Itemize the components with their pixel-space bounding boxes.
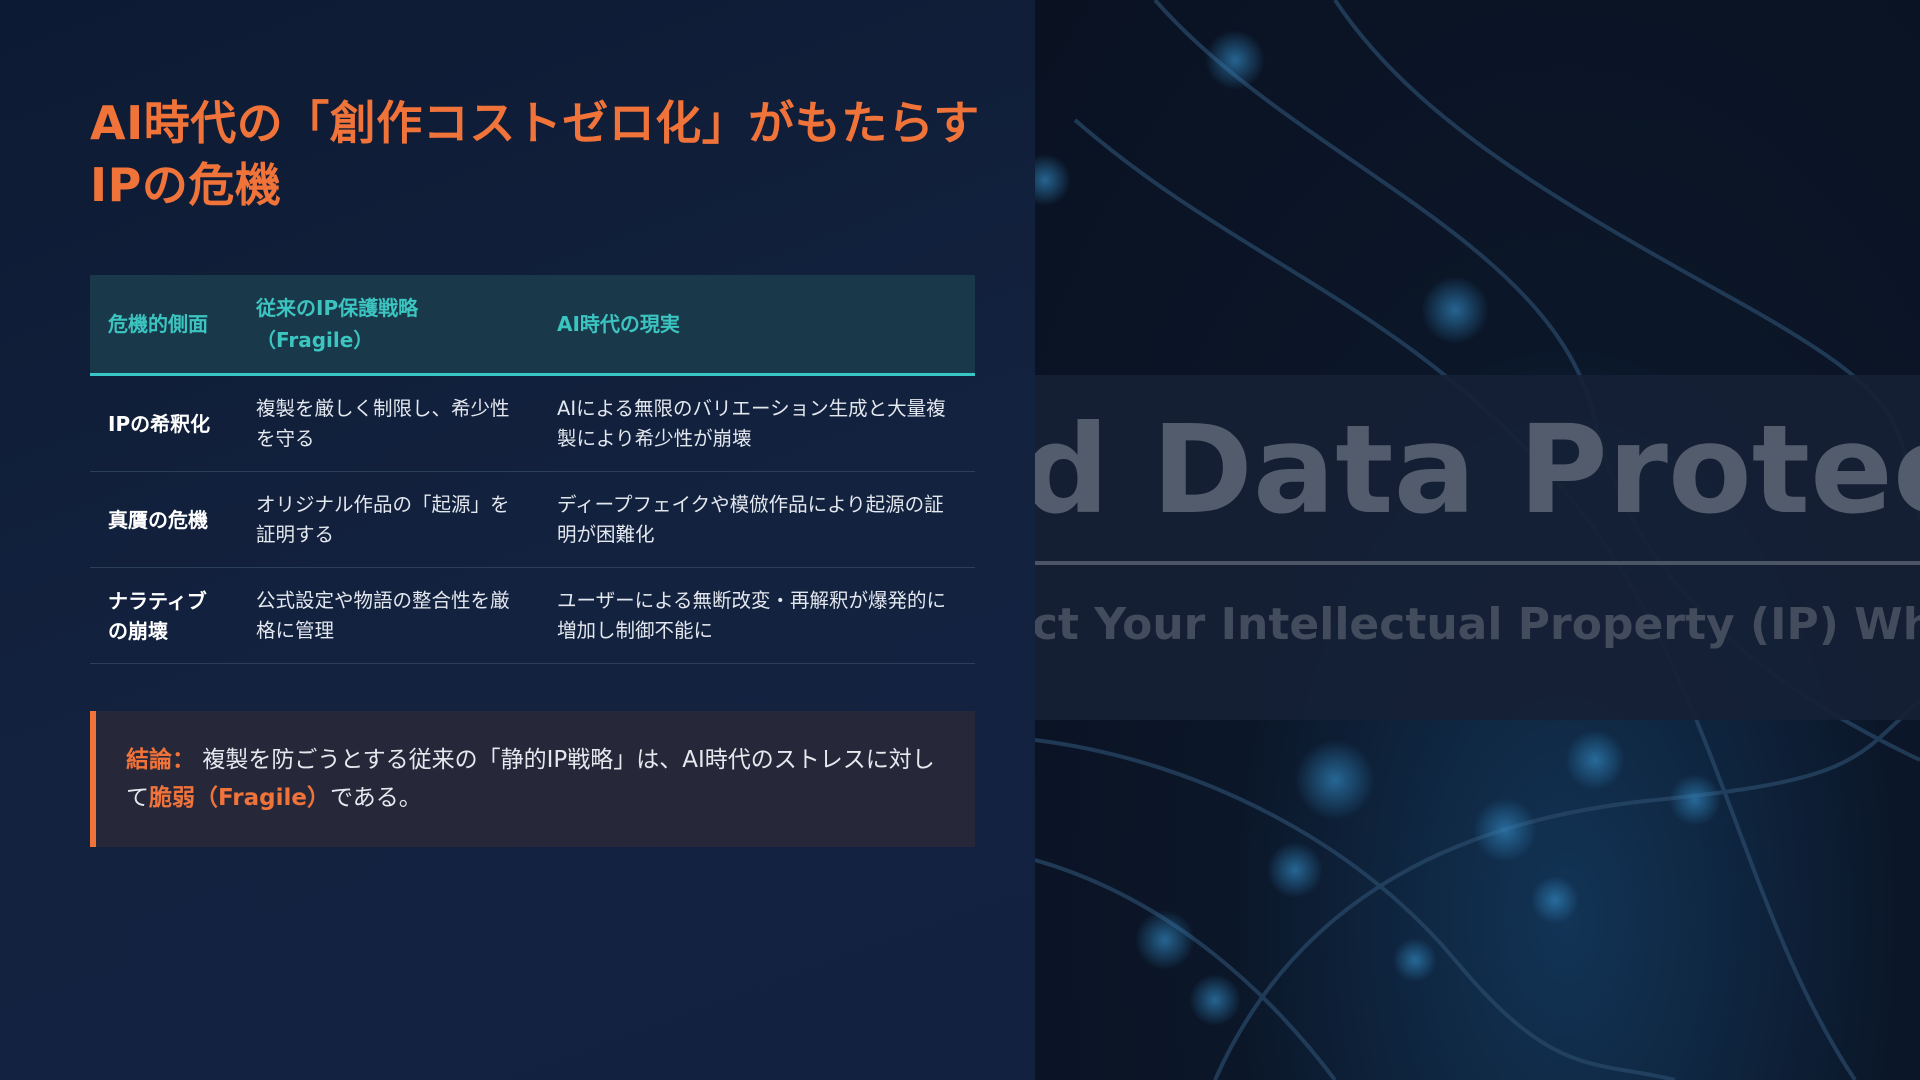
conclusion-callout: 結論： 複製を防ごうとする従来の「静的IP戦略」は、AI時代のストレスに対して脆… — [90, 711, 975, 847]
cell-aspect: IPの希釈化 — [90, 374, 238, 472]
cell-traditional: 複製を厳しく制限し、希少性を守る — [238, 374, 539, 472]
conclusion-text-end: である。 — [329, 785, 422, 811]
crisis-comparison-table: 危機的側面 従来のIP保護戦略（Fragile） AI時代の現実 IPの希釈化 … — [90, 275, 975, 664]
cell-reality: ディープフェイクや模倣作品により起源の証明が困難化 — [539, 471, 975, 568]
background-banner: nd Data Protec ect Your Intellectual Pro… — [1035, 375, 1920, 720]
header-aspect: 危機的側面 — [90, 275, 238, 376]
conclusion-label: 結論： — [126, 747, 195, 773]
conclusion-emphasis: 脆弱（Fragile） — [149, 785, 330, 811]
cell-aspect: 真贋の危機 — [90, 471, 238, 568]
cell-aspect: ナラティブの崩壊 — [90, 567, 238, 664]
cell-reality: ユーザーによる無断改変・再解釈が爆発的に増加し制御不能に — [539, 567, 975, 664]
table-row: ナラティブの崩壊 公式設定や物語の整合性を厳格に管理 ユーザーによる無断改変・再… — [90, 567, 975, 664]
background-banner-subtitle: ect Your Intellectual Property (IP) Wh — [1035, 599, 1920, 650]
header-ai-reality: AI時代の現実 — [539, 275, 975, 376]
slide-title: AI時代の「創作コストゼロ化」がもたらすIPの危機 — [90, 96, 980, 212]
table-row: 真贋の危機 オリジナル作品の「起源」を証明する ディープフェイクや模倣作品により… — [90, 471, 975, 568]
cell-traditional: オリジナル作品の「起源」を証明する — [238, 471, 539, 568]
background-image-panel: nd Data Protec ect Your Intellectual Pro… — [1035, 0, 1920, 1080]
background-banner-title: nd Data Protec — [1035, 399, 1920, 541]
header-traditional-strategy: 従来のIP保護戦略（Fragile） — [238, 275, 539, 376]
background-banner-divider — [1035, 561, 1920, 565]
table-header-row: 危機的側面 従来のIP保護戦略（Fragile） AI時代の現実 — [90, 275, 975, 376]
cell-traditional: 公式設定や物語の整合性を厳格に管理 — [238, 567, 539, 664]
table-row: IPの希釈化 複製を厳しく制限し、希少性を守る AIによる無限のバリエーション生… — [90, 374, 975, 472]
cell-reality: AIによる無限のバリエーション生成と大量複製により希少性が崩壊 — [539, 374, 975, 472]
content-panel: AI時代の「創作コストゼロ化」がもたらすIPの危機 危機的側面 従来のIP保護戦… — [0, 0, 1035, 1080]
